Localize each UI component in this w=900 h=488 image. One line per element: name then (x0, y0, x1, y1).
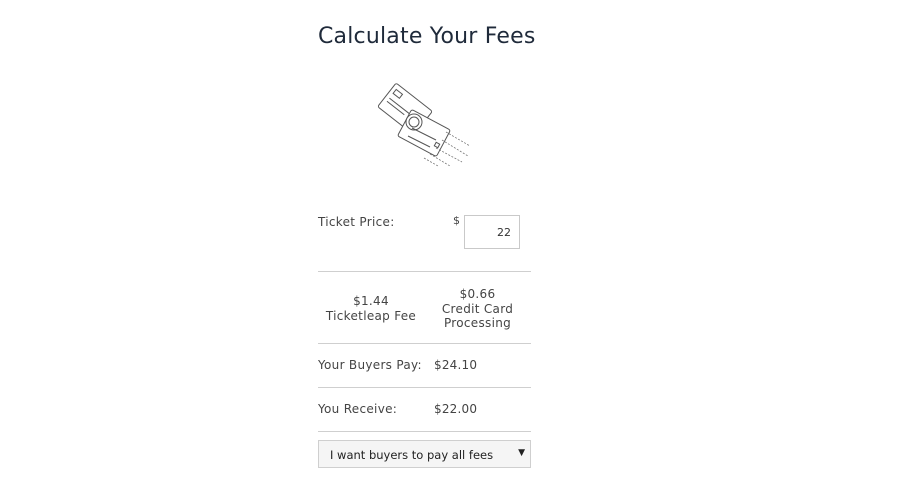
buyers-pay-label: Your Buyers Pay: (318, 358, 422, 372)
ticketleap-fee-amount: $1.44 (353, 294, 389, 308)
buyers-pay-amount: $24.10 (434, 358, 478, 372)
divider (318, 387, 531, 388)
currency-symbol: $ (453, 214, 460, 227)
credit-card-processing-fee: $0.66 Credit Card Processing (424, 287, 531, 331)
page-title: Calculate Your Fees (318, 24, 536, 49)
ticket-price-label: Ticket Price: (318, 215, 395, 229)
credit-cards-flying-icon (377, 83, 471, 167)
ticketleap-fee-label: Ticketleap Fee (325, 308, 417, 323)
ticketleap-fee: $1.44 Ticketleap Fee (318, 294, 424, 323)
divider (318, 271, 531, 272)
you-receive-amount: $22.00 (434, 402, 478, 416)
triangle-down-icon: ▼ (518, 448, 525, 458)
divider (318, 343, 531, 344)
fee-payer-selected-value: I want buyers to pay all fees (330, 448, 494, 462)
processing-fee-amount: $0.66 (459, 287, 496, 301)
ticket-price-input[interactable] (464, 215, 520, 249)
fee-payer-select[interactable]: I want buyers to pay all fees ▼ (318, 440, 531, 468)
divider (318, 431, 531, 432)
processing-fee-label: Credit Card Processing (441, 301, 514, 331)
you-receive-label: You Receive: (318, 402, 398, 416)
